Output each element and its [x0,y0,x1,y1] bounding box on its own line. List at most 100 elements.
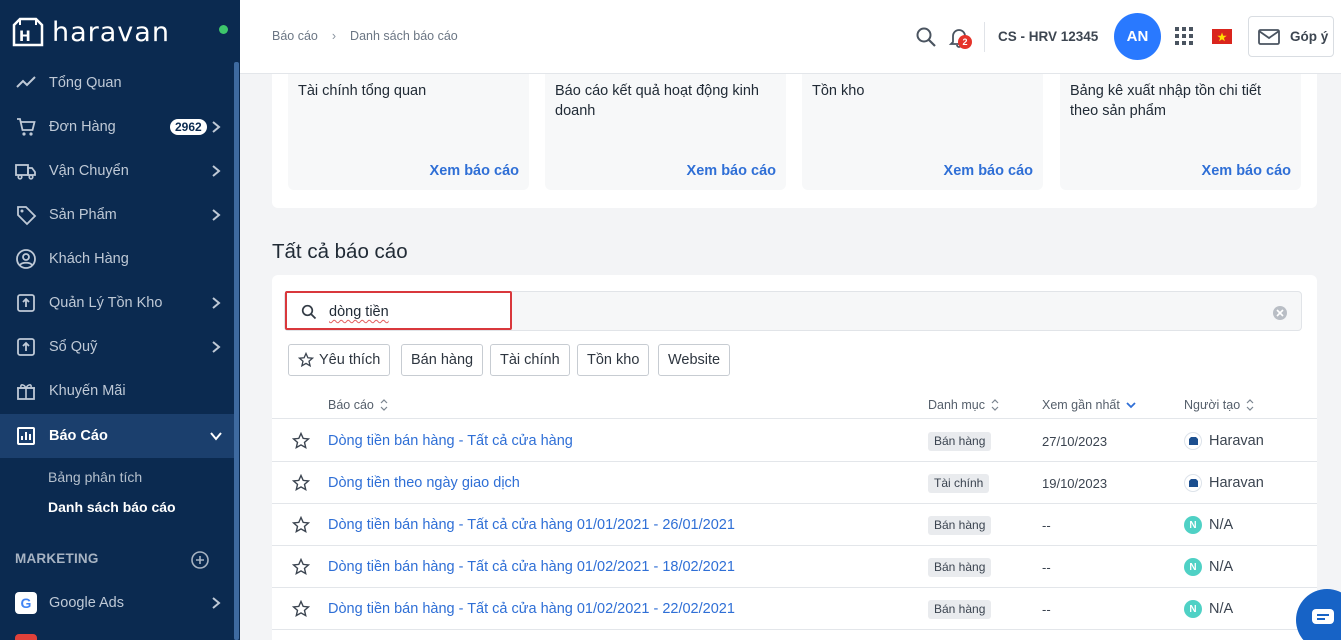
column-header-nguoi-tao[interactable]: Người tạo [1184,398,1254,412]
table-row[interactable]: Dòng tiền bán hàng - Tất cả cửa hàng 01/… [272,546,1317,588]
breadcrumb-separator-icon: › [331,29,337,43]
creator-name: N/A [1209,517,1234,533]
search-input-value[interactable]: dòng tiền [329,304,389,320]
creator-name: Haravan [1209,433,1264,449]
sidebar-subitem-bang-phan-tich[interactable]: Bảng phân tích [48,469,142,485]
column-header-danh-muc[interactable]: Danh mục [928,398,999,412]
cart-icon [14,115,38,139]
table-row[interactable]: Dòng tiền bán hàng - Tất cả cửa hàng 01/… [272,504,1317,546]
table-row[interactable]: Dòng tiền theo ngày giao dịch Tài chính … [272,462,1317,504]
filter-chip-label: Tồn kho [587,352,640,368]
report-chart-icon [14,424,38,448]
last-viewed-date: -- [1042,602,1051,617]
apps-grid-icon[interactable] [1174,26,1194,46]
marketing-section-label: MARKETING [15,551,99,566]
sidebar: H haravan Tổng Quan Đơn Hàng 2962 Vận Ch… [0,0,240,640]
haravan-creator-icon [1184,432,1202,450]
filter-chip-label: Tài chính [500,352,560,368]
column-header-bao-cao[interactable]: Báo cáo [328,398,388,412]
favorite-star-icon[interactable] [292,600,310,618]
filter-chip-ban-hang[interactable]: Bán hàng [401,344,484,376]
view-report-link[interactable]: Xem báo cáo [1202,163,1291,179]
report-name-link[interactable]: Dòng tiền bán hàng - Tất cả cửa hàng [328,433,573,449]
feedback-label: Góp ý [1290,29,1329,44]
report-name-link[interactable]: Dòng tiền bán hàng - Tất cả cửa hàng 01/… [328,601,735,617]
add-channel-icon[interactable] [190,550,210,570]
category-badge: Bán hàng [928,432,992,451]
sidebar-item-quan-ly-ton-kho[interactable]: Quản Lý Tồn Kho [0,281,234,325]
creator-name: N/A [1209,601,1234,617]
table-row[interactable]: Dòng tiền bán hàng - Tất cả cửa hàng Bán… [272,420,1317,462]
sidebar-item-label: Vận Chuyển [49,163,129,179]
store-name[interactable]: CS - HRV 12345 [998,29,1098,44]
creator-name: Haravan [1209,475,1264,491]
view-report-link[interactable]: Xem báo cáo [430,163,519,179]
favorite-star-icon[interactable] [292,558,310,576]
featured-reports-panel: Tài chính tổng quan Xem báo cáo Báo cáo … [272,74,1317,208]
sidebar-scrollbar[interactable] [234,62,239,640]
next-channel-icon[interactable] [15,634,37,640]
report-name-link[interactable]: Dòng tiền bán hàng - Tất cả cửa hàng 01/… [328,517,735,533]
avatar[interactable]: AN [1114,13,1161,60]
sidebar-item-google-ads[interactable]: G Google Ads [0,581,234,625]
divider [984,22,985,52]
breadcrumb: Báo cáo › Danh sách báo cáo [272,29,458,43]
chevron-down-icon [210,432,222,441]
filter-chip-label: Bán hàng [411,352,474,368]
all-reports-title: Tất cả báo cáo [272,240,408,263]
sidebar-item-label: Sổ Quỹ [49,339,98,355]
tag-icon [14,203,38,227]
sidebar-item-label: Báo Cáo [49,428,108,444]
view-report-link[interactable]: Xem báo cáo [944,163,1033,179]
sidebar-item-bao-cao[interactable]: Báo Cáo [0,414,234,458]
sidebar-item-van-chuyen[interactable]: Vận Chuyển [0,149,234,193]
sidebar-item-khach-hang[interactable]: Khách Hàng [0,237,234,281]
sidebar-item-tong-quan[interactable]: Tổng Quan [0,61,234,105]
featured-report-card[interactable]: Tài chính tổng quan Xem báo cáo [288,74,529,190]
last-viewed-date: -- [1042,560,1051,575]
main-content: Tài chính tổng quan Xem báo cáo Báo cáo … [240,74,1341,640]
vietnam-flag-icon[interactable] [1212,29,1232,44]
mail-icon [1258,28,1280,45]
filter-chip-yeu-thich[interactable]: Yêu thích [288,344,391,376]
search-highlight-box [285,291,512,330]
svg-text:H: H [19,29,31,45]
feedback-button[interactable]: Góp ý [1248,16,1334,57]
chat-icon [1312,609,1334,624]
favorite-star-icon[interactable] [292,474,310,492]
featured-report-card[interactable]: Báo cáo kết quả hoạt động kinh doanh Xem… [545,74,786,190]
favorite-star-icon[interactable] [292,516,310,534]
favorite-star-icon[interactable] [292,432,310,450]
view-report-link[interactable]: Xem báo cáo [687,163,776,179]
cashbook-icon [14,335,38,359]
last-viewed-date: 19/10/2023 [1042,476,1108,491]
breadcrumb-item-current: Danh sách báo cáo [350,29,458,43]
search-icon[interactable] [915,26,937,48]
user-circle-icon [14,247,38,271]
clear-search-icon[interactable] [1272,305,1288,321]
last-viewed-date: -- [1042,518,1051,533]
breadcrumb-item-bao-cao[interactable]: Báo cáo [272,29,318,43]
report-name-link[interactable]: Dòng tiền bán hàng - Tất cả cửa hàng 01/… [328,559,735,575]
sidebar-subitem-danh-sach-bao-cao[interactable]: Danh sách báo cáo [48,499,176,515]
brand-logo[interactable]: H haravan [10,14,170,50]
sidebar-item-so-quy[interactable]: Sổ Quỹ [0,325,234,369]
star-icon [298,352,314,368]
column-header-xem-gan-nhat[interactable]: Xem gần nhất [1042,398,1136,412]
filter-chip-ton-kho[interactable]: Tồn kho [577,344,650,376]
filter-chip-tai-chinh[interactable]: Tài chính [490,344,570,376]
featured-report-title: Báo cáo kết quả hoạt động kinh doanh [555,83,759,119]
na-creator-icon: N [1184,600,1202,618]
filter-chip-website[interactable]: Website [658,344,731,376]
topbar: Báo cáo › Danh sách báo cáo 2 CS - HRV 1… [240,0,1341,74]
sidebar-item-label: Quản Lý Tồn Kho [49,295,163,311]
featured-report-card[interactable]: Tồn kho Xem báo cáo [802,74,1043,190]
table-row[interactable]: Dòng tiền bán hàng - Tất cả cửa hàng 01/… [272,588,1317,630]
sidebar-item-don-hang[interactable]: Đơn Hàng 2962 [0,105,234,149]
report-name-link[interactable]: Dòng tiền theo ngày giao dịch [328,475,520,491]
sidebar-item-san-pham[interactable]: Sản Phẩm [0,193,234,237]
sidebar-item-khuyen-mai[interactable]: Khuyến Mãi [0,369,234,413]
category-badge: Tài chính [928,474,990,493]
featured-report-card[interactable]: Bảng kê xuất nhập tồn chi tiết theo sản … [1060,74,1301,190]
sort-icon [1246,399,1254,411]
